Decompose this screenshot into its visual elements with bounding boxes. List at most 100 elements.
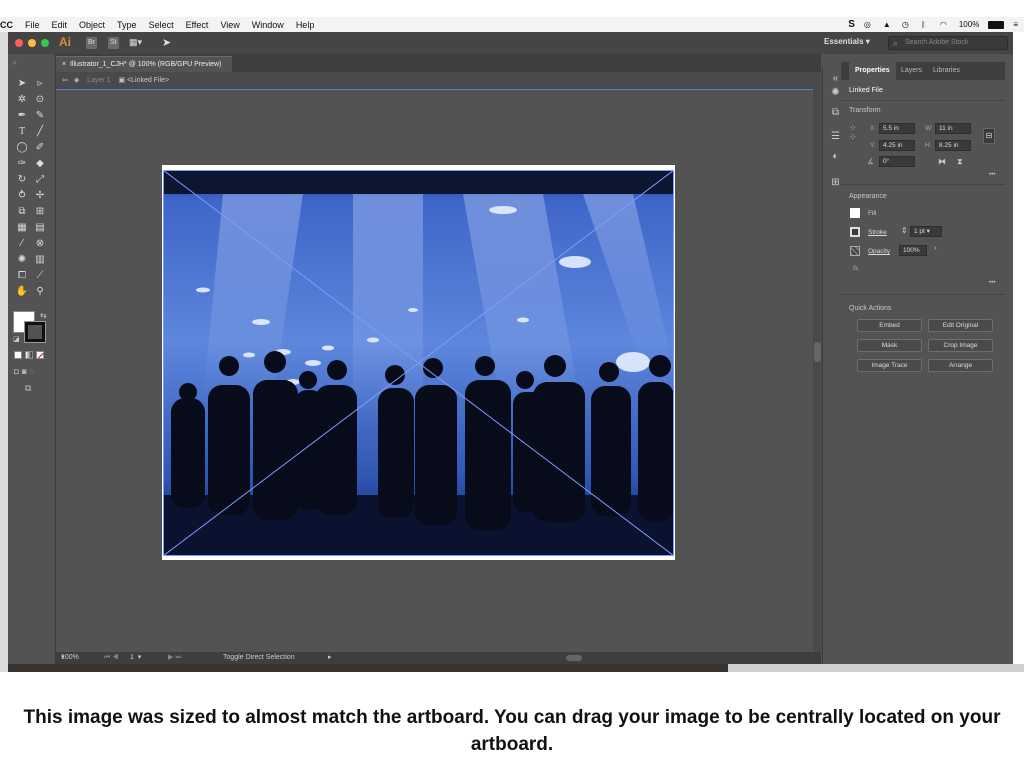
puppet-warp-tool-icon[interactable]: ✢	[33, 189, 47, 203]
stock-button[interactable]: St	[108, 37, 119, 49]
app-menu[interactable]: CC	[0, 20, 19, 30]
fill-color-swatch[interactable]	[850, 208, 860, 218]
height-field[interactable]: 8.25 in	[935, 140, 971, 151]
lasso-tool-icon[interactable]: ⊙	[33, 93, 47, 107]
opacity-field[interactable]: 100%	[899, 245, 927, 256]
fill-label[interactable]: Fill	[868, 210, 876, 217]
slice-tool-icon[interactable]: ⟋	[33, 269, 47, 283]
wifi-icon[interactable]: ◠	[940, 20, 950, 29]
menu-type[interactable]: Type	[111, 20, 143, 30]
tab-libraries[interactable]: Libraries	[933, 62, 960, 80]
warp-tool-icon[interactable]: ⥁	[15, 189, 29, 203]
color-button[interactable]	[14, 351, 22, 359]
default-colors-icon[interactable]: ◪	[13, 335, 20, 343]
rotate-tool-icon[interactable]: ↻	[15, 173, 29, 187]
opacity-arrow-icon[interactable]: ›	[934, 245, 936, 252]
type-tool-icon[interactable]: T	[15, 125, 29, 139]
horizontal-scroll-thumb[interactable]	[566, 655, 582, 661]
eyedropper-tool-icon[interactable]: ⁄	[15, 237, 29, 251]
transform-more-button[interactable]: •••	[989, 172, 995, 178]
artboard-prev-icons[interactable]: ⏮ ◀	[104, 652, 119, 664]
flip-horizontal-icon[interactable]: ⧓	[938, 157, 946, 166]
mask-button[interactable]: Mask	[857, 339, 922, 352]
x-field[interactable]: 5.5 in	[879, 123, 915, 134]
minimize-window-icon[interactable]	[28, 39, 36, 47]
bridge-button[interactable]: Br	[86, 37, 97, 49]
swap-fill-stroke-icon[interactable]: ⇆	[40, 311, 47, 320]
line-tool-icon[interactable]: ╱	[33, 125, 47, 139]
menu-object[interactable]: Object	[73, 20, 111, 30]
paintbrush-tool-icon[interactable]: ✐	[33, 141, 47, 155]
document-tab[interactable]: × Illustrator_1_CJH* @ 100% (RGB/GPU Pre…	[56, 56, 232, 72]
shape-builder-tool-icon[interactable]: ⧉	[15, 205, 29, 219]
close-window-icon[interactable]	[15, 39, 23, 47]
time-machine-icon[interactable]: ◷	[902, 20, 912, 29]
menu-help[interactable]: Help	[290, 20, 321, 30]
magic-wand-tool-icon[interactable]: ✲	[15, 93, 29, 107]
zoom-tool-icon[interactable]: ⚲	[33, 285, 47, 299]
edit-original-button[interactable]: Edit Original	[928, 319, 993, 332]
screen-mode-icon[interactable]: ⧉	[25, 383, 31, 394]
perspective-grid-tool-icon[interactable]: ⊞	[33, 205, 47, 219]
none-button[interactable]	[36, 351, 44, 359]
menu-view[interactable]: View	[214, 20, 245, 30]
linked-aquarium-image[interactable]	[163, 170, 674, 556]
zoom-window-icon[interactable]	[41, 39, 49, 47]
gradient-tool-icon[interactable]: ▤	[33, 221, 47, 235]
menu-select[interactable]: Select	[143, 20, 180, 30]
menu-effect[interactable]: Effect	[180, 20, 215, 30]
skype-icon[interactable]: S	[848, 19, 855, 30]
send-icon[interactable]: ➤	[162, 36, 171, 49]
width-field[interactable]: 11 in	[935, 123, 971, 134]
selection-tool-icon[interactable]: ➤	[15, 77, 29, 91]
tab-layers[interactable]: Layers	[901, 62, 922, 80]
ellipse-tool-icon[interactable]: ◯	[15, 141, 29, 155]
scale-tool-icon[interactable]: ⤢	[33, 173, 47, 187]
opacity-label[interactable]: Opacity	[868, 248, 890, 255]
stock-search-input[interactable]: Search Adobe Stock	[888, 36, 1008, 50]
arrange-button[interactable]: Arrange	[928, 359, 993, 372]
blend-tool-icon[interactable]: ⊗	[33, 237, 47, 251]
arrange-documents-icon[interactable]: ▦▾	[129, 37, 149, 49]
constrain-proportions-icon[interactable]: ⊟	[983, 128, 995, 144]
tab-properties[interactable]: Properties	[849, 62, 896, 80]
shaper-tool-icon[interactable]: ✑	[15, 157, 29, 171]
y-field[interactable]: 4.25 in	[879, 140, 915, 151]
eraser-tool-icon[interactable]: ◆	[33, 157, 47, 171]
rotate-field[interactable]: 0°	[879, 156, 915, 167]
flip-vertical-icon[interactable]: ⧗	[957, 157, 963, 167]
stroke-swatch[interactable]	[24, 321, 46, 343]
pen-tool-icon[interactable]: ✒	[15, 109, 29, 123]
hand-tool-icon[interactable]: ✋	[15, 285, 29, 299]
stroke-label[interactable]: Stroke	[868, 229, 887, 236]
back-arrow-icon[interactable]: ⇦	[62, 77, 68, 84]
zoom-level-select[interactable]: 100% ▾	[61, 652, 79, 664]
image-trace-button[interactable]: Image Trace	[857, 359, 922, 372]
more-status-icon[interactable]: ≡	[1013, 20, 1018, 29]
symbol-sprayer-tool-icon[interactable]: ✺	[15, 253, 29, 267]
menu-window[interactable]: Window	[246, 20, 290, 30]
column-graph-tool-icon[interactable]: ▥	[33, 253, 47, 267]
crop-image-button[interactable]: Crop Image	[928, 339, 993, 352]
status-menu-arrow-icon[interactable]: ▸	[328, 652, 332, 664]
mesh-tool-icon[interactable]: ▦	[15, 221, 29, 235]
creative-cloud-icon[interactable]: ◎	[864, 20, 874, 29]
appearance-more-button[interactable]: •••	[989, 280, 995, 286]
stroke-weight-field[interactable]: 1 pt ▾	[910, 226, 942, 237]
vertical-scroll-thumb[interactable]	[814, 342, 821, 362]
workspace-switcher[interactable]: Essentials ▾	[824, 37, 870, 46]
draw-mode-icons[interactable]: ◘◙◌	[14, 367, 37, 376]
stroke-color-swatch[interactable]	[850, 227, 860, 237]
battery-icon[interactable]	[988, 20, 1005, 29]
artboard-next-icons[interactable]: ▶ ⏭	[168, 652, 182, 664]
artboard-number-select[interactable]: 1 ▾	[130, 652, 141, 664]
canvas[interactable]	[56, 91, 813, 652]
reference-point-icon[interactable]: ⁘ ⁘	[849, 124, 857, 142]
drive-icon[interactable]: ▲	[883, 20, 893, 29]
bluetooth-icon[interactable]: ᛒ	[921, 20, 931, 29]
vertical-scrollbar[interactable]	[813, 72, 822, 652]
artboard-tool-icon[interactable]: ⧠	[15, 269, 29, 283]
direct-selection-tool-icon[interactable]: ▹	[33, 77, 47, 91]
stroke-weight-stepper-icon[interactable]: ⇕	[901, 226, 908, 235]
embed-button[interactable]: Embed	[857, 319, 922, 332]
